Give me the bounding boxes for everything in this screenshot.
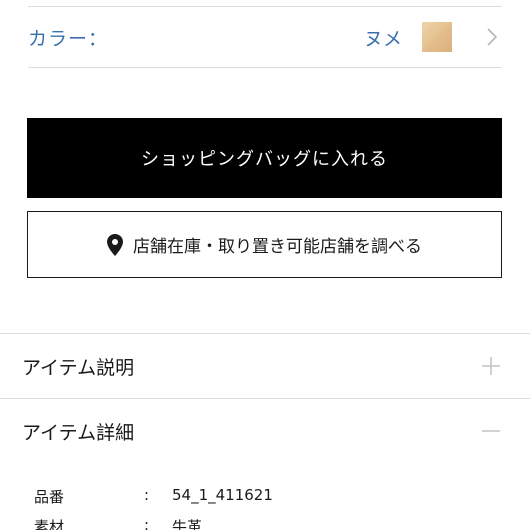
detail-row-product-number: 品番 : 54_1_411621 xyxy=(34,486,504,507)
chevron-right-icon xyxy=(482,27,502,47)
detail-label: 品番 xyxy=(34,488,65,506)
color-selector[interactable]: カラー： ヌメ xyxy=(28,8,502,66)
color-divider xyxy=(28,67,502,68)
top-divider xyxy=(28,6,502,7)
color-swatch xyxy=(422,22,452,52)
add-to-bag-button[interactable]: ショッピングバッグに入れる xyxy=(27,118,502,198)
color-label: カラー： xyxy=(28,27,109,50)
accordion-title-description: アイテム説明 xyxy=(22,356,135,379)
detail-row-material: 素材 : 牛革 xyxy=(34,516,504,530)
detail-separator: : xyxy=(144,486,150,504)
minus-icon xyxy=(480,420,502,442)
accordion-title-details: アイテム詳細 xyxy=(22,421,135,444)
detail-label: 素材 xyxy=(34,518,65,530)
detail-separator: : xyxy=(144,516,150,530)
add-to-bag-label: ショッピングバッグに入れる xyxy=(141,149,388,170)
product-page: カラー： ヌメ ショッピングバッグに入れる 店舗在庫・取り置き可能店舗を調べる … xyxy=(0,0,530,530)
accordion-item-details[interactable]: アイテム詳細 xyxy=(0,399,530,463)
location-pin-icon xyxy=(107,233,123,256)
store-stock-label: 店舗在庫・取り置き可能店舗を調べる xyxy=(133,237,422,257)
accordion-item-description[interactable]: アイテム説明 xyxy=(0,334,530,398)
detail-value: 54_1_411621 xyxy=(172,486,273,504)
detail-value: 牛革 xyxy=(172,518,203,530)
plus-icon xyxy=(480,355,502,377)
color-value: ヌメ xyxy=(363,27,402,50)
store-stock-button[interactable]: 店舗在庫・取り置き可能店舗を調べる xyxy=(27,211,502,278)
